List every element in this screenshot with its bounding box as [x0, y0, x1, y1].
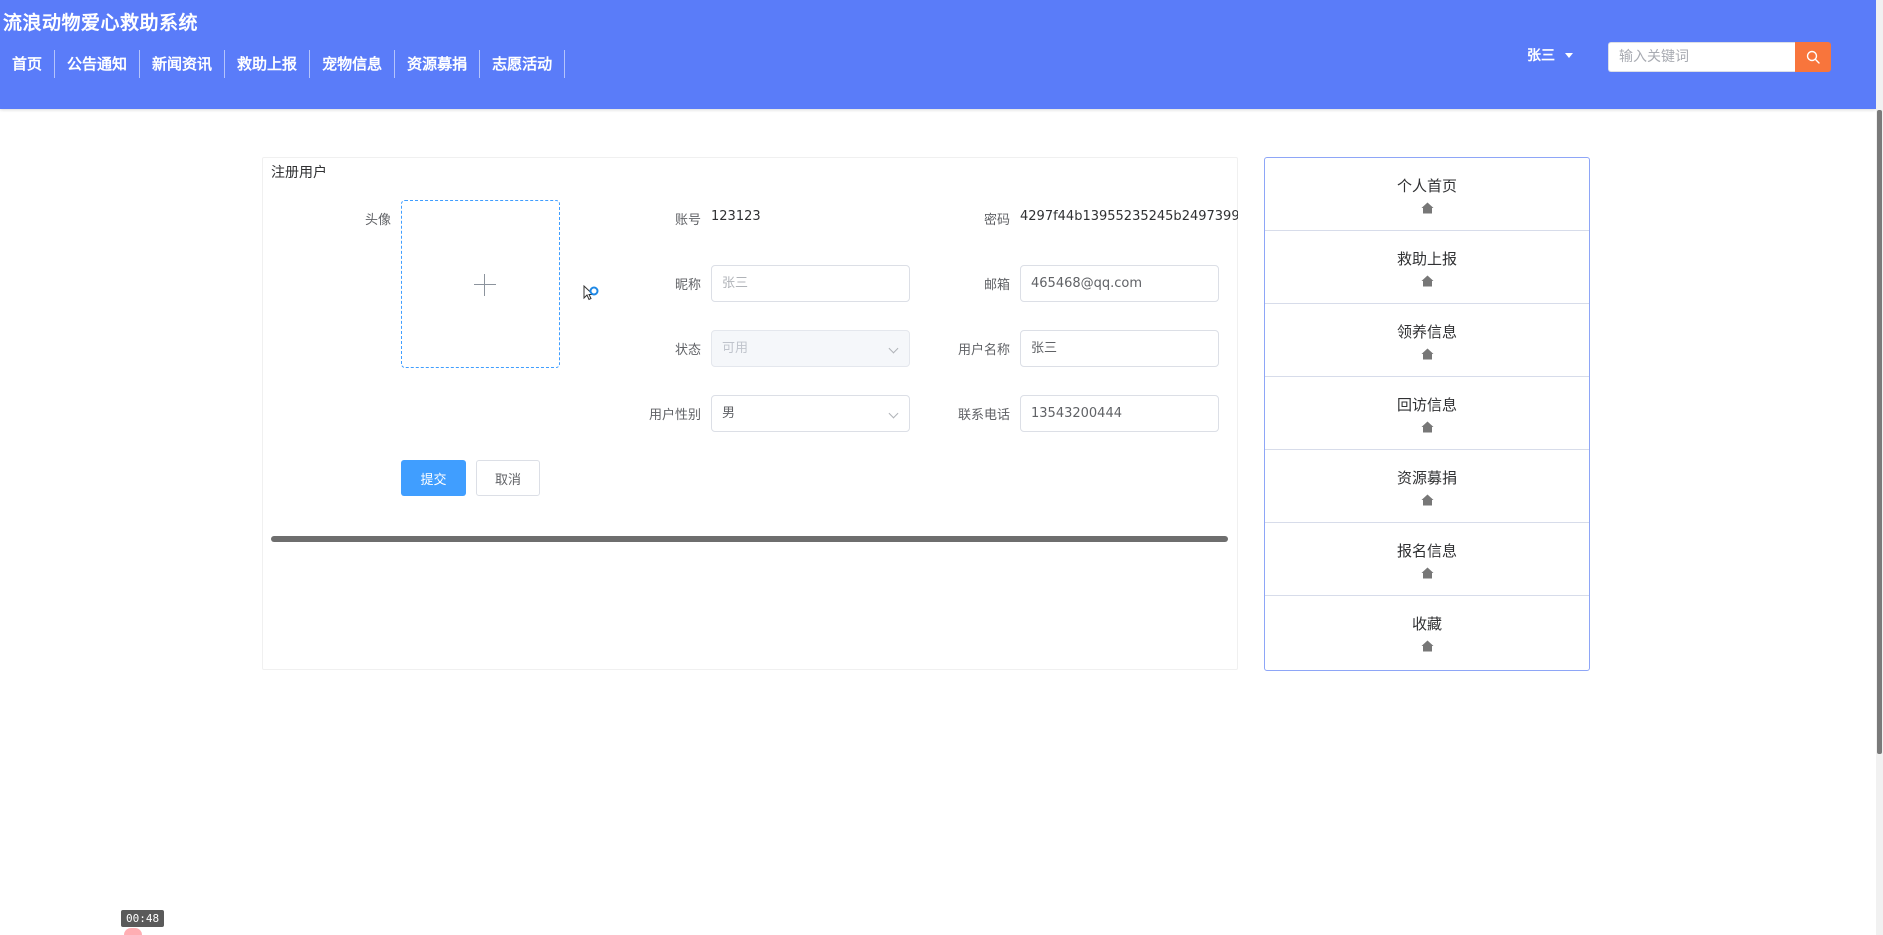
- nav-item-donations[interactable]: 资源募捐: [395, 50, 481, 78]
- home-icon: [1421, 421, 1433, 432]
- user-center-sidebar: 个人首页 救助上报 领养信息 回访信息 资源募捐 报名信息 收藏: [1264, 157, 1590, 671]
- avatar-label: 头像: [364, 213, 391, 228]
- password-label: 密码: [983, 213, 1010, 228]
- top-header: 流浪动物爱心救助系统 首页 公告通知 新闻资讯 救助上报 宠物信息 资源募捐 志…: [0, 0, 1876, 109]
- sidebar-item-label: 回访信息: [1396, 395, 1457, 414]
- sidebar-item-adoption-info[interactable]: 领养信息: [1265, 304, 1589, 377]
- sidebar-item-label: 资源募捐: [1396, 468, 1457, 487]
- avatar-uploader[interactable]: [401, 200, 560, 368]
- home-icon: [1421, 202, 1433, 213]
- sidebar-item-label: 救助上报: [1396, 249, 1457, 268]
- card-title: 注册用户: [271, 165, 327, 181]
- username-label: 用户名称: [957, 343, 1010, 358]
- timestamp-badge: 00:48: [121, 910, 165, 927]
- sidebar-item-personal-home[interactable]: 个人首页: [1265, 158, 1589, 231]
- gender-select[interactable]: 男: [711, 395, 910, 432]
- horizontal-scrollbar[interactable]: [271, 536, 1228, 542]
- sidebar-item-signup-info[interactable]: 报名信息: [1265, 523, 1589, 596]
- nickname-input[interactable]: 张三: [711, 265, 910, 302]
- gender-label: 用户性别: [648, 408, 701, 423]
- home-icon: [1421, 275, 1433, 286]
- email-input[interactable]: 465468@qq.com: [1020, 265, 1219, 302]
- mouse-cursor-icon: [583, 285, 599, 301]
- username-input[interactable]: 张三: [1020, 330, 1219, 367]
- nav-item-pet-info[interactable]: 宠物信息: [310, 50, 396, 78]
- password-value: 4297f44b13955235245b2497399d7a9: [1020, 209, 1238, 224]
- sidebar-item-favorites[interactable]: 收藏: [1265, 596, 1589, 669]
- submit-button[interactable]: 提交: [401, 460, 466, 496]
- page-scrollbar-thumb[interactable]: [1877, 110, 1882, 754]
- sidebar-item-label: 个人首页: [1396, 176, 1457, 195]
- nickname-label: 昵称: [674, 278, 701, 293]
- nav-item-news[interactable]: 新闻资讯: [140, 50, 226, 78]
- nav-item-rescue-report[interactable]: 救助上报: [225, 50, 311, 78]
- email-label: 邮箱: [983, 278, 1010, 293]
- sidebar-item-rescue-report[interactable]: 救助上报: [1265, 231, 1589, 304]
- cancel-button[interactable]: 取消: [476, 460, 540, 496]
- caret-down-icon: [1565, 52, 1573, 58]
- home-icon: [1421, 494, 1433, 505]
- sidebar-item-label: 报名信息: [1396, 541, 1457, 560]
- status-select[interactable]: 可用: [711, 330, 910, 367]
- sidebar-item-donations[interactable]: 资源募捐: [1265, 450, 1589, 523]
- recording-indicator: [124, 928, 142, 935]
- nav-item-home[interactable]: 首页: [0, 50, 56, 78]
- home-icon: [1421, 567, 1433, 578]
- plus-icon: [474, 284, 496, 285]
- status-label: 状态: [674, 343, 701, 358]
- register-form-card: 注册用户 头像 账号 123123 密码 4297f44b13955235245…: [262, 157, 1238, 670]
- account-label: 账号: [674, 213, 701, 228]
- main-nav: 首页 公告通知 新闻资讯 救助上报 宠物信息 资源募捐 志愿活动: [0, 50, 566, 78]
- chevron-down-icon: [888, 408, 899, 419]
- chevron-down-icon: [888, 343, 899, 354]
- sidebar-item-label: 收藏: [1411, 615, 1442, 633]
- search-input[interactable]: [1608, 42, 1795, 72]
- sidebar-item-label: 领养信息: [1396, 322, 1457, 341]
- user-name: 张三: [1527, 48, 1555, 64]
- search-button[interactable]: [1795, 42, 1831, 72]
- nav-item-announcements[interactable]: 公告通知: [55, 50, 141, 78]
- user-menu-dropdown[interactable]: 张三: [1527, 45, 1573, 65]
- gender-value: 男: [722, 406, 736, 421]
- account-value: 123123: [711, 209, 761, 224]
- app-title: 流浪动物爱心救助系统: [3, 12, 199, 34]
- search-icon: [1806, 50, 1820, 64]
- sidebar-item-follow-up[interactable]: 回访信息: [1265, 377, 1589, 450]
- nav-item-volunteer[interactable]: 志愿活动: [480, 50, 566, 78]
- phone-label: 联系电话: [957, 408, 1010, 423]
- home-icon: [1421, 640, 1433, 652]
- phone-input[interactable]: 13543200444: [1020, 395, 1219, 432]
- status-value: 可用: [722, 341, 749, 356]
- home-icon: [1421, 348, 1433, 359]
